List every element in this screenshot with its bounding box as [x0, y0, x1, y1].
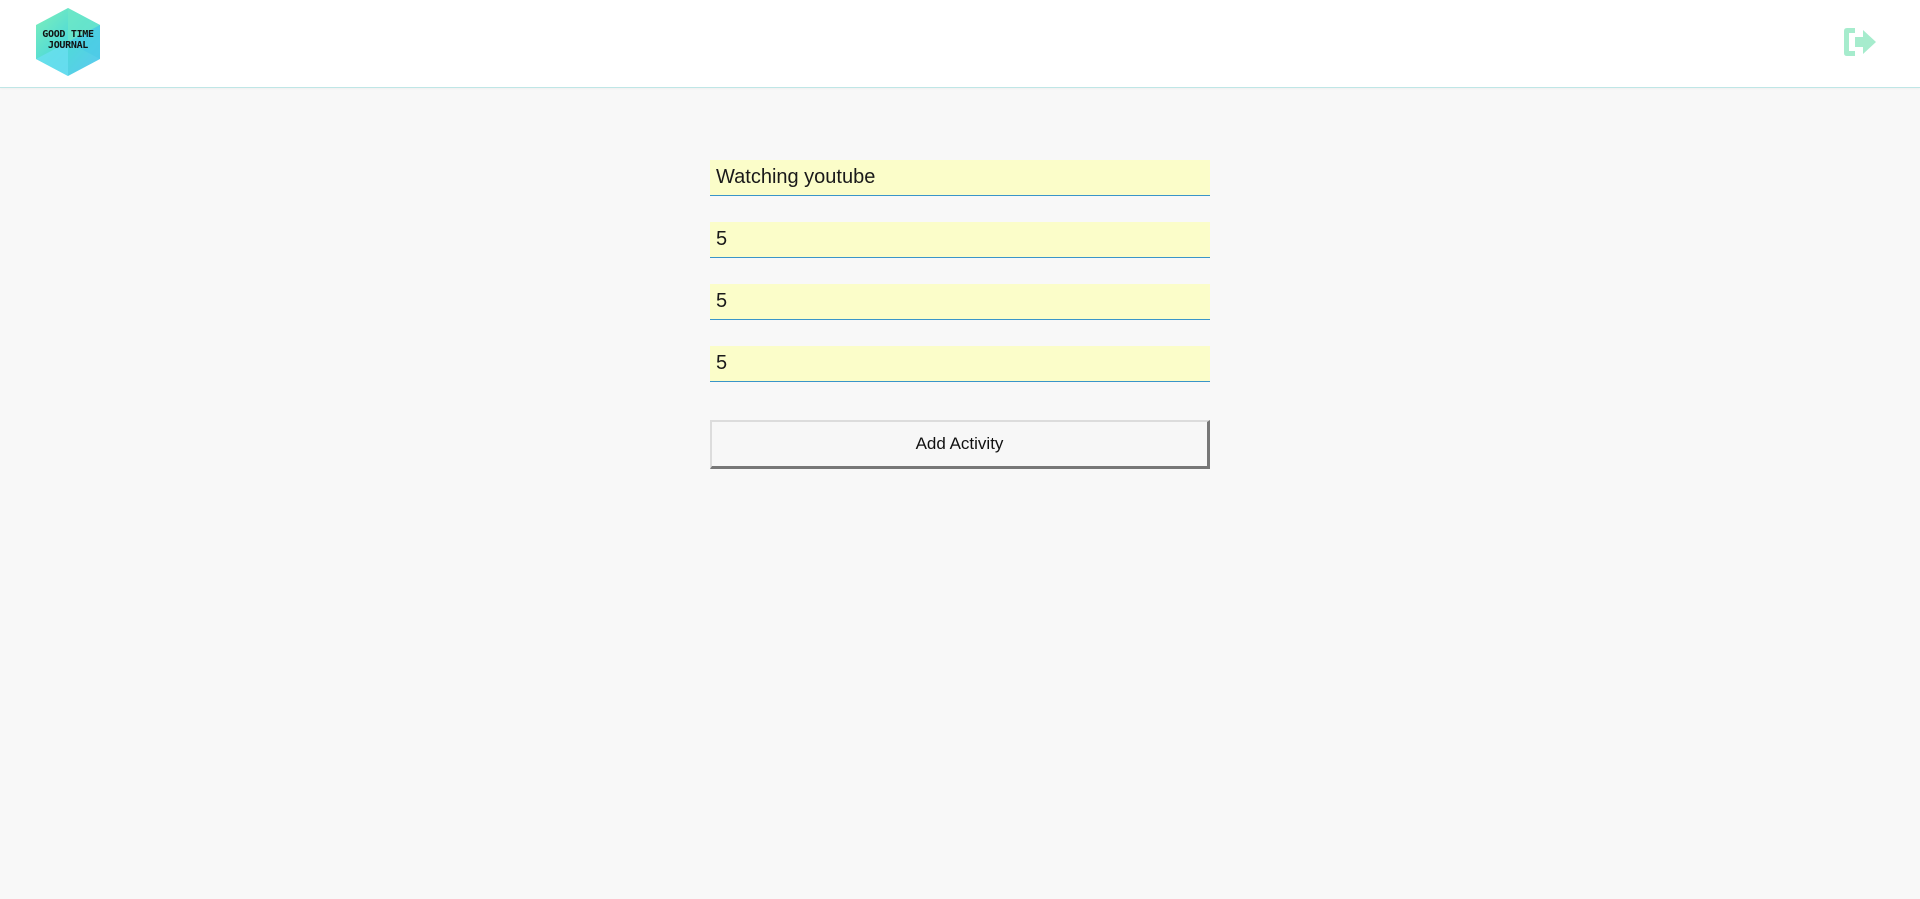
top-header: GOOD TIME JOURNAL [0, 0, 1920, 88]
good-time-journal-logo[interactable]: GOOD TIME JOURNAL [32, 8, 104, 76]
activity-rating-input-2[interactable] [710, 284, 1210, 320]
logo-text: GOOD TIME JOURNAL [32, 29, 104, 51]
activity-rating-input-1[interactable] [710, 222, 1210, 258]
logout-button[interactable] [1842, 26, 1878, 58]
activity-name-input[interactable] [710, 160, 1210, 196]
add-activity-form [710, 160, 1210, 382]
add-activity-button[interactable]: Add Activity [710, 420, 1210, 469]
activity-rating-input-3[interactable] [710, 346, 1210, 382]
sign-out-icon [1844, 28, 1876, 56]
logo-text-line-1: GOOD TIME [42, 29, 94, 40]
logo-text-line-2: JOURNAL [47, 40, 89, 51]
